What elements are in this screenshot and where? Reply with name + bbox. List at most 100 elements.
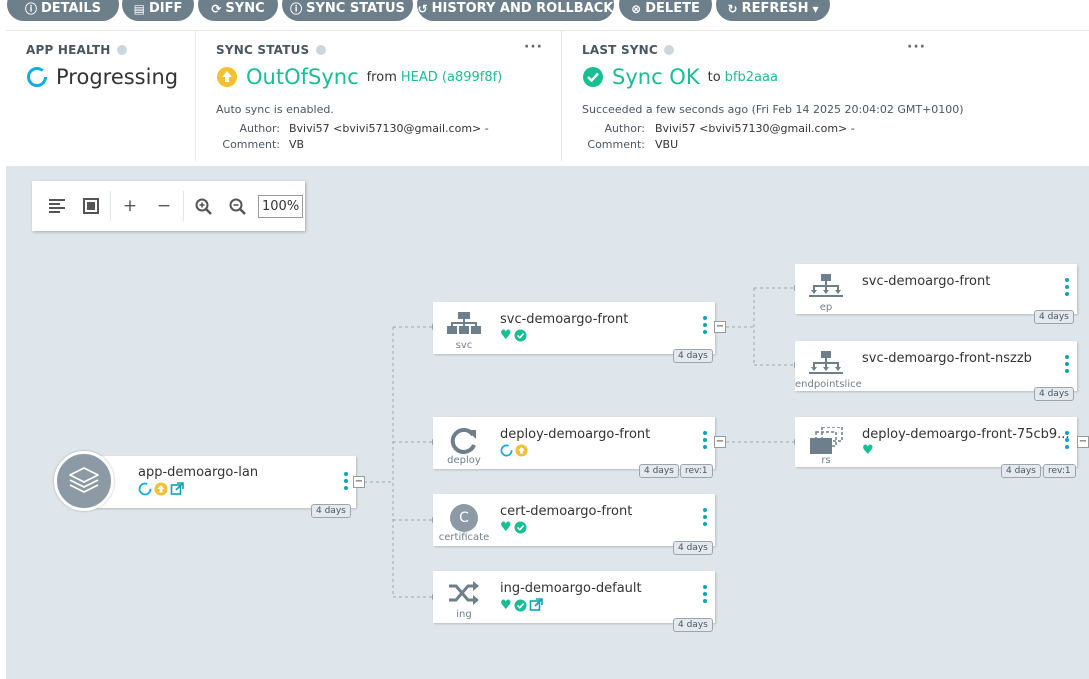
resource-node-ingress[interactable]: ing ing-demoargo-default ♥ bbox=[433, 571, 715, 623]
resource-node-certificate[interactable]: C certificate cert-demoargo-front ♥ bbox=[433, 494, 715, 546]
details-button[interactable]: ⓘ DETAILS bbox=[7, 0, 119, 21]
out-of-sync-icon bbox=[515, 444, 528, 457]
age-badge: 4 days bbox=[673, 541, 713, 555]
revision-badge: rev:1 bbox=[680, 464, 713, 478]
healthy-heart-icon: ♥ bbox=[500, 597, 512, 613]
node-menu-icon[interactable] bbox=[703, 431, 707, 449]
collapse-toggle[interactable]: − bbox=[714, 321, 726, 333]
more-options-icon[interactable]: ··· bbox=[524, 39, 543, 55]
zoom-out-icon[interactable] bbox=[220, 191, 254, 221]
last-sync-revision-link[interactable]: bfb2aaa bbox=[725, 70, 778, 85]
sync-status-title: SYNC STATUS bbox=[216, 43, 310, 57]
sync-status-section: SYNC STATUS ··· OutOfSync from HEAD (a89… bbox=[196, 31, 562, 161]
synced-check-icon bbox=[514, 329, 527, 342]
resource-node-deploy[interactable]: deploy deploy-demoargo-front bbox=[433, 417, 715, 469]
resource-node-replicaset[interactable]: rs deploy-demoargo-front-75cb9... ♥ bbox=[795, 417, 1077, 467]
succeeded-text: Succeeded a few seconds ago (Fri Feb 14 … bbox=[582, 103, 964, 116]
sync-icon: ⟳ bbox=[211, 1, 222, 16]
node-menu-icon[interactable] bbox=[703, 585, 707, 603]
app-health-section: APP HEALTH Progressing bbox=[6, 31, 196, 161]
info-circle-icon: ⓘ bbox=[24, 2, 37, 16]
resource-tree: + − 100% app-demoargo-lan − 4 days svc s… bbox=[6, 166, 1089, 679]
author-value: Bvivi57 <bvivi57130@gmail.com> - bbox=[289, 122, 489, 135]
synced-check-icon bbox=[514, 521, 527, 534]
app-health-title: APP HEALTH bbox=[26, 43, 111, 57]
comment-value: VBU bbox=[655, 138, 679, 151]
collapse-toggle[interactable]: − bbox=[714, 436, 726, 448]
healthy-heart-icon: ♥ bbox=[500, 328, 512, 343]
author-label: Author: bbox=[604, 122, 645, 135]
more-options-icon[interactable]: ··· bbox=[907, 39, 926, 55]
sync-button[interactable]: ⟳ SYNC bbox=[198, 0, 278, 21]
app-node[interactable]: app-demoargo-lan bbox=[78, 456, 356, 508]
caret-down-icon: ▾ bbox=[812, 1, 819, 16]
resource-node-endpointslice[interactable]: endpointslice svc-demoargo-front-nszzb bbox=[795, 341, 1077, 391]
node-menu-icon[interactable] bbox=[1065, 431, 1069, 449]
age-badge: 4 days bbox=[311, 504, 351, 518]
auto-sync-text: Auto sync is enabled. bbox=[216, 103, 334, 116]
times-circle-icon: ⊗ bbox=[631, 1, 642, 16]
collapse-all-icon[interactable]: − bbox=[147, 191, 181, 221]
age-badge: 4 days bbox=[1034, 310, 1074, 324]
progressing-icon bbox=[500, 444, 513, 457]
certificate-icon: C bbox=[450, 504, 478, 532]
delete-button[interactable]: ⊗ DELETE bbox=[619, 0, 712, 21]
redo-icon: ↻ bbox=[727, 1, 738, 16]
file-diff-icon: ▤ bbox=[133, 1, 145, 16]
external-link-icon[interactable] bbox=[170, 482, 184, 496]
history-and-rollback-button[interactable]: ↺ HISTORY AND ROLLBACK bbox=[417, 0, 614, 21]
last-sync-title: LAST SYNC bbox=[582, 43, 658, 57]
resource-node-endpoints[interactable]: ep svc-demoargo-front bbox=[795, 264, 1077, 314]
sync-status-value: OutOfSync from HEAD (a899f8f) bbox=[216, 65, 502, 89]
collapse-toggle[interactable]: − bbox=[353, 476, 365, 488]
collapse-toggle[interactable]: − bbox=[1077, 436, 1089, 448]
app-node-name: app-demoargo-lan bbox=[138, 465, 259, 480]
help-icon[interactable] bbox=[315, 45, 326, 55]
fit-to-screen-icon[interactable] bbox=[74, 191, 108, 221]
last-sync-section: LAST SYNC ··· Sync OK to bfb2aaa Succeed… bbox=[562, 31, 964, 161]
node-menu-icon[interactable] bbox=[1065, 355, 1069, 373]
node-menu-icon[interactable] bbox=[703, 508, 707, 526]
healthy-heart-icon: ♥ bbox=[500, 520, 512, 535]
app-health-value: Progressing bbox=[26, 65, 178, 89]
graph-toolbar: + − 100% bbox=[32, 181, 305, 231]
comment-label: Comment: bbox=[222, 138, 280, 151]
progressing-icon bbox=[27, 67, 47, 87]
history-icon: ↺ bbox=[417, 1, 428, 16]
list-view-icon[interactable] bbox=[40, 191, 74, 221]
sync-status-button[interactable]: ⓘ SYNC STATUS bbox=[282, 0, 413, 21]
node-menu-icon[interactable] bbox=[703, 316, 707, 334]
zoom-level[interactable]: 100% bbox=[258, 194, 304, 218]
synced-check-icon bbox=[514, 598, 527, 612]
progressing-icon bbox=[138, 482, 152, 496]
external-link-icon[interactable] bbox=[529, 598, 543, 612]
out-of-sync-icon bbox=[154, 482, 168, 496]
resource-node-svc[interactable]: svc svc-demoargo-front ♥ bbox=[433, 302, 715, 354]
author-label: Author: bbox=[239, 122, 280, 135]
toolbar: ⓘ DETAILS ▤ DIFF ⟳ SYNC ⓘ SYNC STATUS ↺ … bbox=[0, 0, 1089, 30]
refresh-button[interactable]: ↻ REFRESH ▾ bbox=[716, 0, 830, 21]
author-value: Bvivi57 <bvivi57130@gmail.com> - bbox=[655, 122, 855, 135]
zoom-in-icon[interactable] bbox=[186, 191, 220, 221]
node-menu-icon[interactable] bbox=[1065, 278, 1069, 296]
status-panel: APP HEALTH Progressing SYNC STATUS ··· O… bbox=[6, 30, 1089, 165]
age-badge: 4 days bbox=[673, 618, 713, 632]
comment-label: Comment: bbox=[587, 138, 645, 151]
check-circle-icon bbox=[583, 67, 603, 87]
help-icon[interactable] bbox=[116, 45, 127, 55]
comment-value: VB bbox=[289, 138, 305, 151]
age-badge: 4 days bbox=[639, 464, 679, 478]
expand-all-icon[interactable]: + bbox=[113, 191, 147, 221]
age-badge: 4 days bbox=[1001, 464, 1041, 478]
sync-revision-link[interactable]: HEAD (a899f8f) bbox=[401, 70, 502, 85]
last-sync-value: Sync OK to bfb2aaa bbox=[582, 65, 778, 89]
revision-badge: rev:1 bbox=[1043, 464, 1076, 478]
diff-button[interactable]: ▤ DIFF bbox=[122, 0, 194, 21]
out-of-sync-icon bbox=[217, 67, 237, 87]
age-badge: 4 days bbox=[673, 349, 713, 363]
app-node-menu-icon[interactable] bbox=[344, 472, 348, 490]
info-circle-icon: ⓘ bbox=[290, 2, 303, 16]
help-icon[interactable] bbox=[664, 45, 675, 55]
age-badge: 4 days bbox=[1034, 387, 1074, 401]
application-icon bbox=[54, 451, 114, 511]
